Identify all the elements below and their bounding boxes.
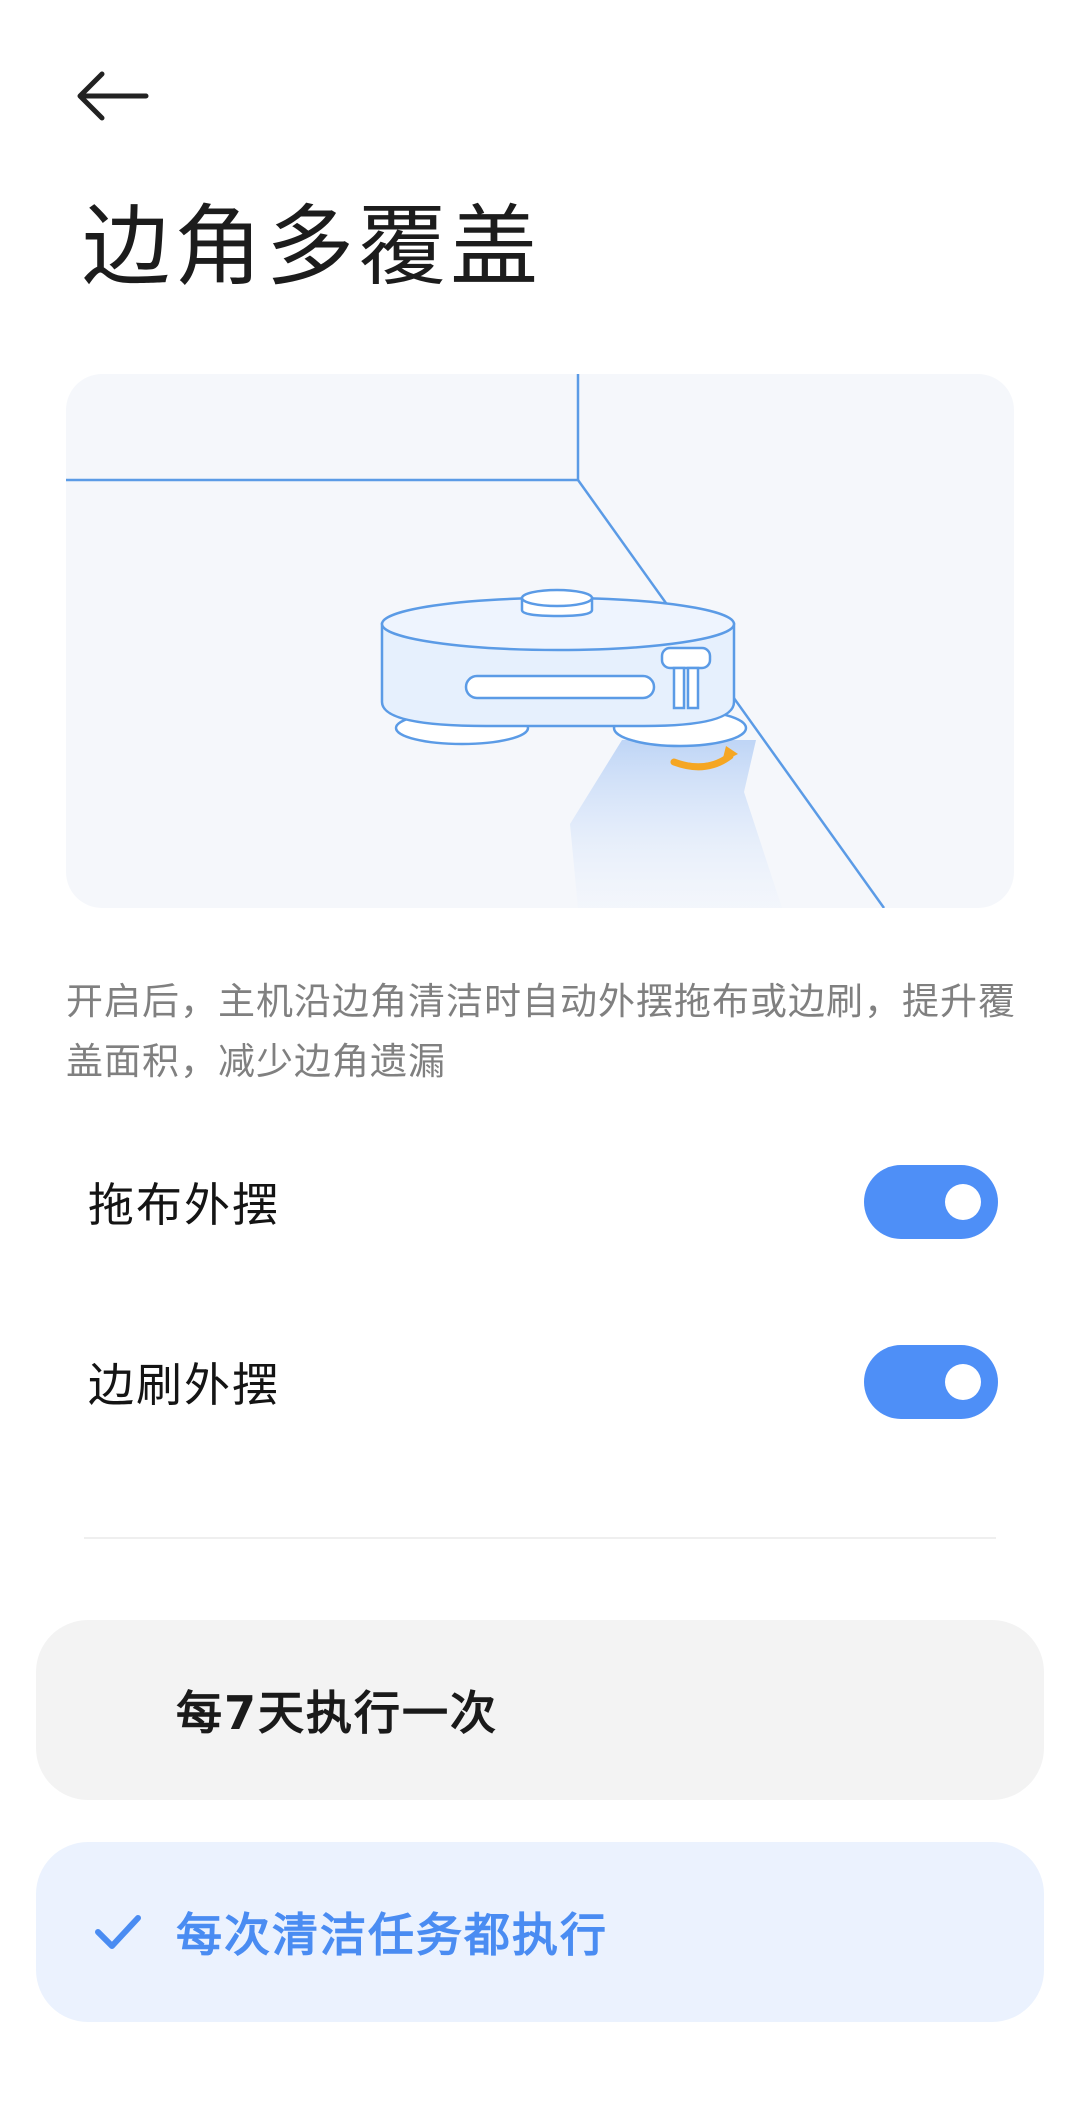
arrow-left-icon [77, 71, 149, 121]
corner-coverage-illustration [66, 374, 1014, 908]
option-label: 每次清洁任务都执行 [176, 1908, 608, 1962]
toggle-knob [945, 1184, 981, 1220]
setting-label: 拖布外摆 [88, 1178, 280, 1232]
feature-description: 开启后，主机沿边角清洁时自动外摆拖布或边刷，提升覆盖面积，减少边角遗漏 [66, 980, 1016, 1083]
checkmark-icon [95, 1915, 141, 1949]
mop-swing-toggle[interactable] [864, 1165, 998, 1239]
back-button[interactable] [72, 60, 168, 132]
option-every-task[interactable]: 每次清洁任务都执行 [36, 1842, 1044, 2022]
option-every-7-days[interactable]: 每7天执行一次 [36, 1620, 1044, 1800]
page-title: 边角多覆盖 [82, 195, 543, 298]
brush-swing-toggle[interactable] [864, 1345, 998, 1419]
option-label: 每7天执行一次 [176, 1686, 499, 1740]
setting-row-mop-swing: 拖布外摆 [88, 1162, 998, 1242]
setting-label: 边刷外摆 [88, 1358, 280, 1412]
setting-row-brush-swing: 边刷外摆 [88, 1342, 998, 1422]
toggle-knob [945, 1364, 981, 1400]
divider [84, 1537, 996, 1539]
